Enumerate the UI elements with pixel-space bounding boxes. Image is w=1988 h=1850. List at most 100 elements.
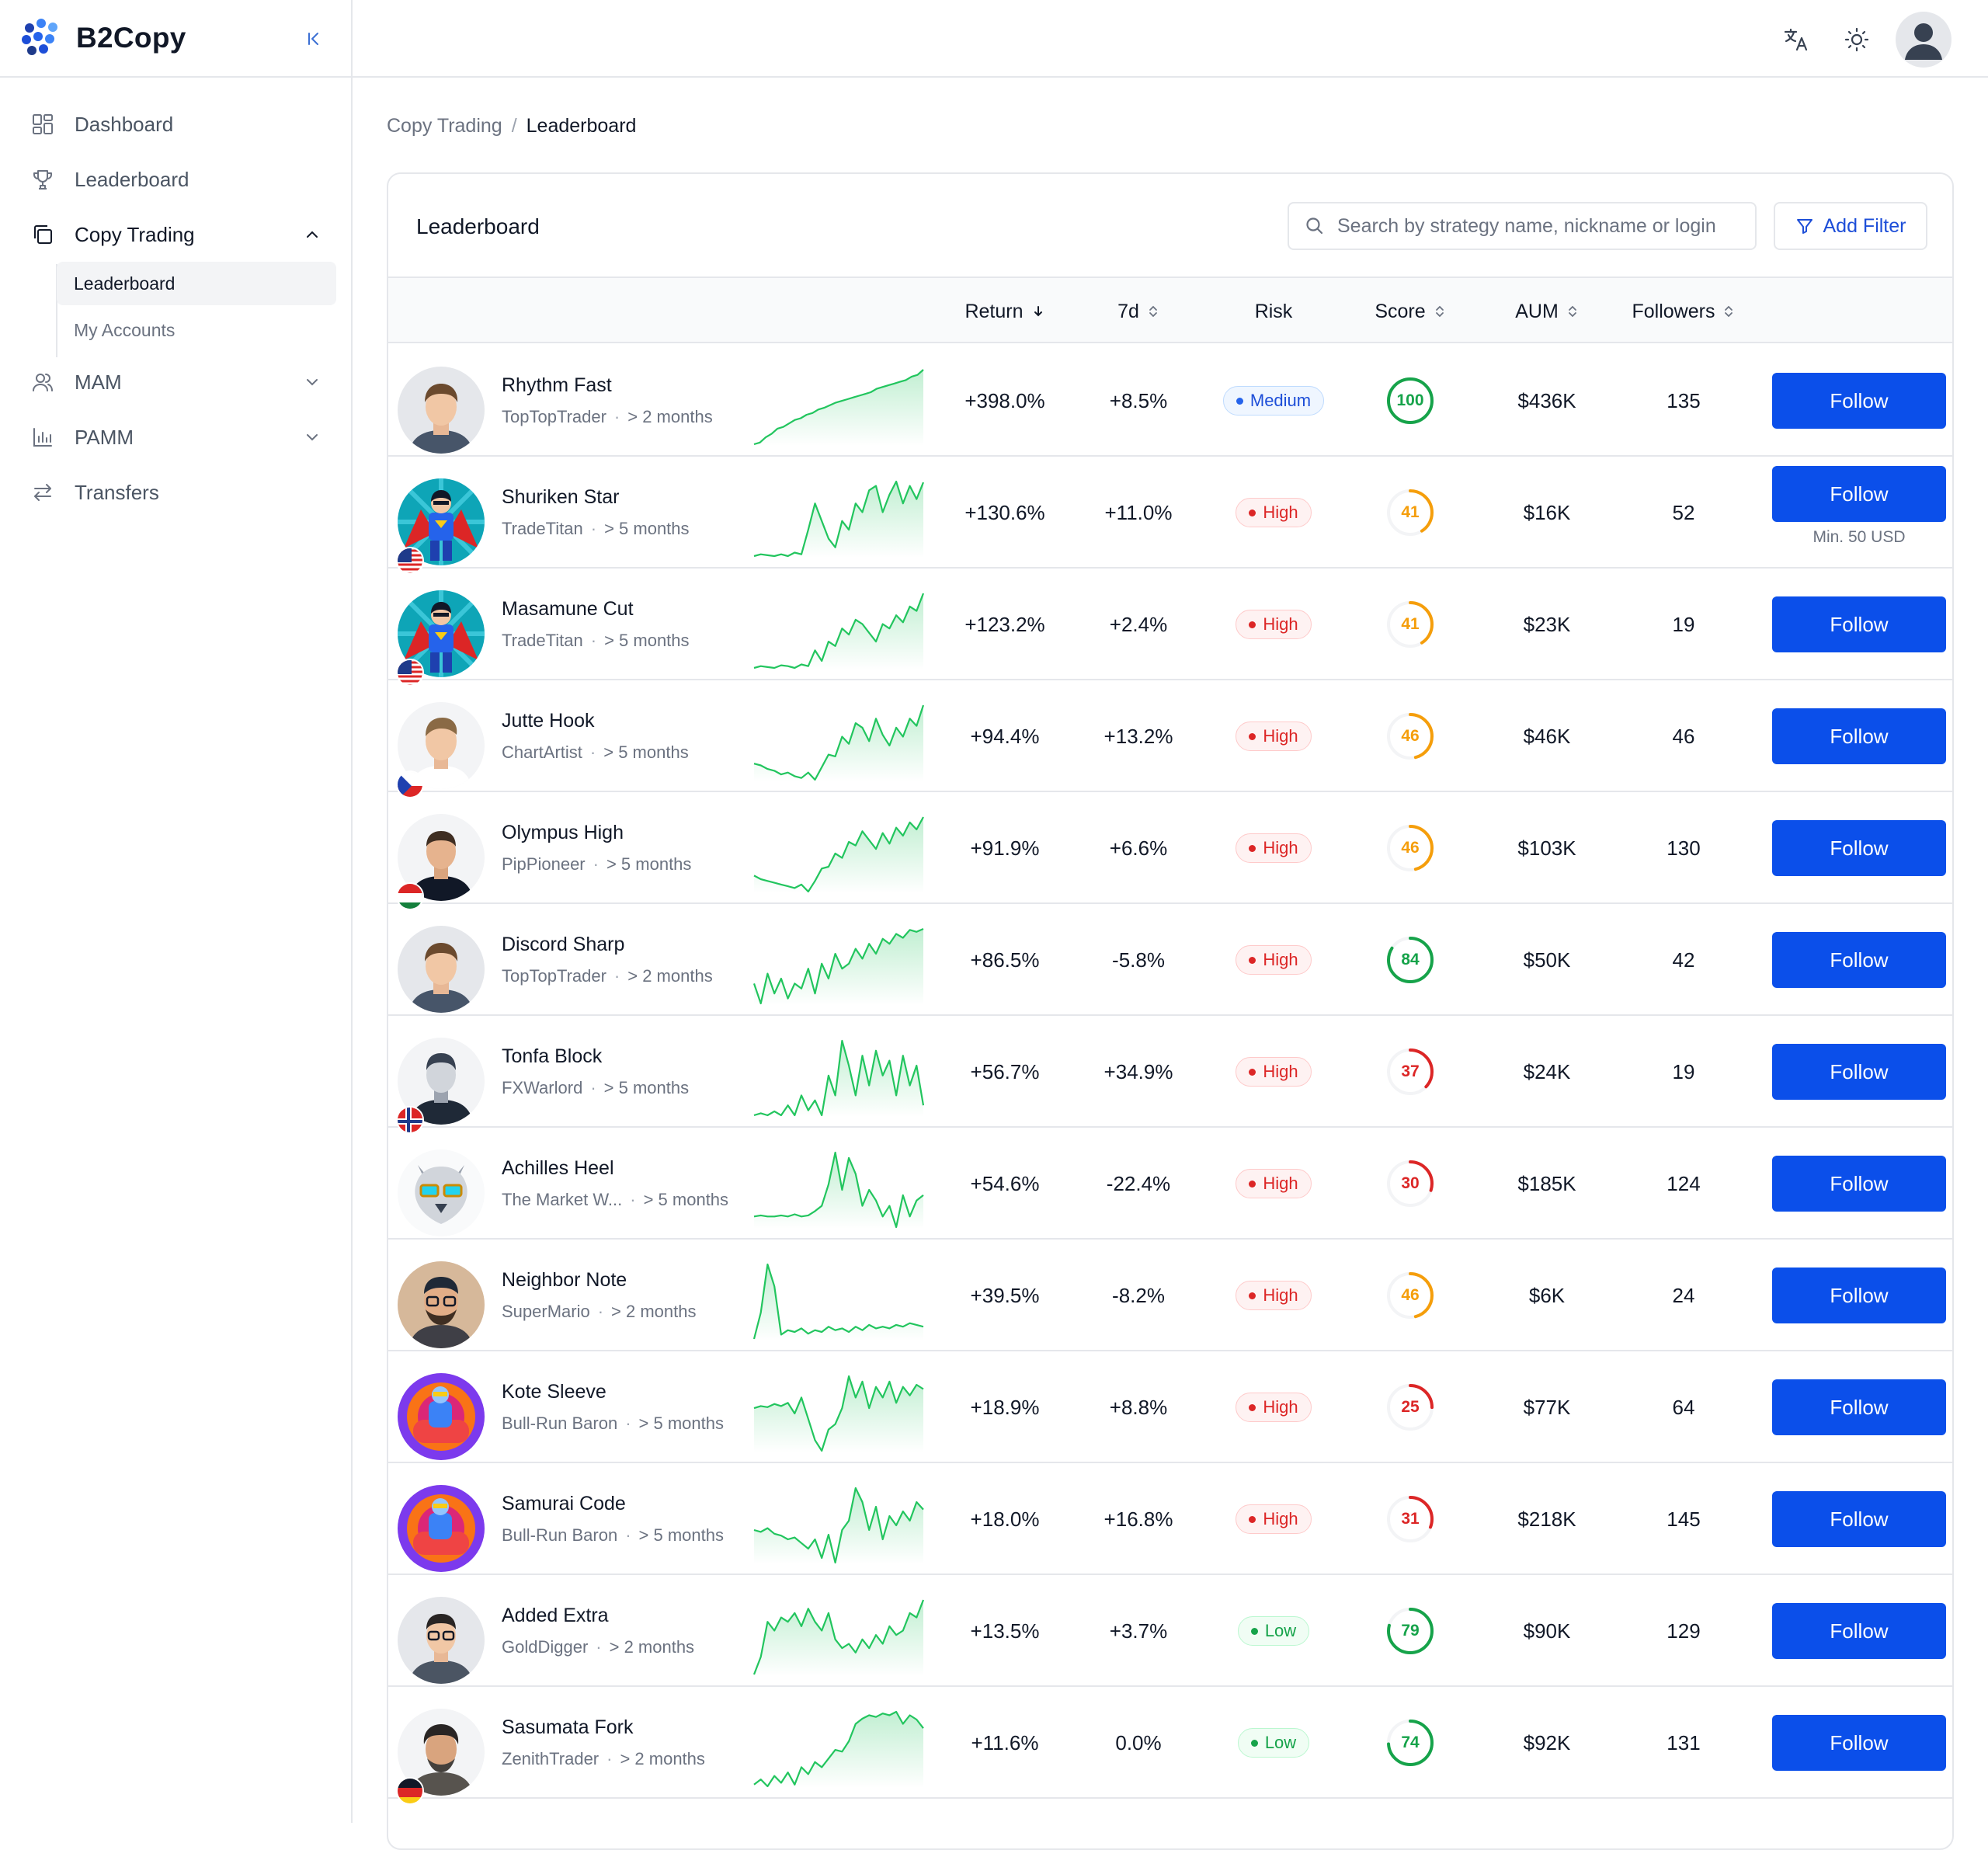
risk-badge: Low	[1237, 1728, 1310, 1758]
trader-meta: ChartArtist · > 5 months	[502, 742, 689, 763]
follow-button[interactable]: Follow	[1772, 1491, 1946, 1547]
strategy-name[interactable]: Olympus High	[502, 822, 624, 844]
risk-cell: High	[1205, 1128, 1342, 1240]
risk-label: High	[1263, 1062, 1298, 1081]
follow-button[interactable]: Follow	[1772, 1379, 1946, 1435]
aum-value: $6K	[1528, 1283, 1566, 1307]
return-value: +94.4%	[970, 724, 1040, 748]
return-value: +11.6%	[971, 1730, 1039, 1754]
user-avatar[interactable]	[1896, 12, 1952, 68]
performance-sparkline	[753, 1375, 924, 1452]
strategy-name[interactable]: Shuriken Star	[502, 486, 619, 509]
meta-separator: ·	[625, 1414, 631, 1433]
trader-meta: PipPioneer · > 5 months	[502, 854, 691, 875]
seven-day-value: +8.8%	[1109, 1395, 1168, 1419]
trader-nickname: ZenithTrader	[502, 1749, 600, 1768]
sidebar-item-mam[interactable]: MAM	[30, 359, 325, 405]
user-icon	[1905, 23, 1942, 60]
meta-separator: ·	[630, 1190, 636, 1209]
risk-dot	[1250, 1739, 1258, 1747]
follow-button[interactable]: Follow	[1772, 1603, 1946, 1659]
sidebar-item-leaderboard[interactable]: Leaderboard	[30, 156, 325, 203]
table-row: Samurai Code Bull-Run Baron · > 5 months +18…	[388, 1463, 1952, 1575]
strategy-name[interactable]: Achilles Heel	[502, 1157, 614, 1180]
add-filter-button[interactable]: Add Filter	[1774, 202, 1927, 250]
column-header-followers[interactable]: Followers	[1615, 278, 1752, 345]
submenu-item-leaderboard[interactable]: Leaderboard	[57, 262, 336, 305]
sort-icon	[1566, 304, 1579, 318]
trader-avatar[interactable]	[398, 926, 485, 1013]
risk-label: High	[1263, 1285, 1298, 1305]
submenu-item-my-accounts[interactable]: My Accounts	[57, 308, 336, 352]
translate-button[interactable]	[1780, 23, 1812, 56]
trader-nickname: TradeTitan	[502, 519, 583, 538]
follow-button[interactable]: Follow	[1772, 466, 1946, 522]
followers-value: 124	[1667, 1171, 1701, 1195]
strategy-age: > 2 months	[609, 1637, 695, 1657]
score-ring: 25	[1385, 1382, 1436, 1433]
table-row: Sasumata Fork ZenithTrader · > 2 months +11.…	[388, 1687, 1952, 1805]
score-ring: 100	[1385, 375, 1436, 426]
risk-label: High	[1263, 502, 1298, 522]
aum-value: $103K	[1517, 836, 1576, 860]
followers-value: 130	[1667, 836, 1701, 860]
strategy-name[interactable]: Masamune Cut	[502, 598, 634, 621]
score-ring: 37	[1385, 1046, 1436, 1097]
strategy-name[interactable]: Tonfa Block	[502, 1045, 602, 1068]
strategy-name[interactable]: Samurai Code	[502, 1493, 626, 1515]
trader-meta: TradeTitan · > 5 months	[502, 631, 690, 651]
column-label: Followers	[1632, 300, 1715, 322]
trader-avatar[interactable]	[398, 1373, 485, 1460]
return-value: +56.7%	[970, 1059, 1040, 1083]
strategy-name[interactable]: Neighbor Note	[502, 1269, 627, 1292]
aum-value: $77K	[1523, 1395, 1571, 1419]
risk-dot	[1249, 621, 1256, 628]
arrow-down-icon	[1031, 304, 1045, 318]
follow-button[interactable]: Follow	[1772, 1715, 1946, 1771]
follow-button[interactable]: Follow	[1772, 373, 1946, 429]
trader-avatar[interactable]	[398, 1261, 485, 1348]
column-header-return[interactable]: Return	[938, 278, 1072, 345]
strategy-name[interactable]: Sasumata Fork	[502, 1716, 634, 1739]
theme-toggle-button[interactable]	[1840, 23, 1873, 56]
collapse-icon	[308, 33, 318, 45]
score-value: 37	[1401, 1062, 1420, 1080]
follow-button[interactable]: Follow	[1772, 1044, 1946, 1100]
column-header-7d[interactable]: 7d	[1072, 278, 1205, 345]
aum-value: $436K	[1517, 388, 1576, 412]
column-label: Score	[1375, 300, 1426, 322]
risk-dot	[1249, 1180, 1256, 1188]
follow-button[interactable]: Follow	[1772, 820, 1946, 876]
collapse-sidebar-button[interactable]	[298, 23, 329, 54]
strategy-name[interactable]: Added Extra	[502, 1605, 609, 1627]
trader-avatar[interactable]	[398, 367, 485, 454]
trader-avatar[interactable]	[398, 1149, 485, 1236]
strategy-name[interactable]: Jutte Hook	[502, 710, 595, 732]
breadcrumb-parent-link[interactable]: Copy Trading	[387, 115, 502, 137]
trader-nickname: SuperMario	[502, 1302, 590, 1321]
trader-avatar[interactable]	[398, 1597, 485, 1684]
strategy-name[interactable]: Rhythm Fast	[502, 374, 612, 397]
follow-button[interactable]: Follow	[1772, 932, 1946, 988]
trader-avatar[interactable]	[398, 1485, 485, 1572]
sidebar-item-copy-trading[interactable]: Copy Trading	[30, 211, 325, 258]
follow-button[interactable]: Follow	[1772, 1156, 1946, 1212]
follow-button[interactable]: Follow	[1772, 708, 1946, 764]
return-value: +398.0%	[964, 388, 1045, 412]
trader-meta: TopTopTrader · > 2 months	[502, 966, 713, 986]
follow-button[interactable]: Follow	[1772, 596, 1946, 652]
followers-value: 64	[1672, 1395, 1695, 1419]
risk-label: High	[1263, 950, 1298, 969]
sidebar-item-transfers[interactable]: Transfers	[30, 469, 325, 516]
column-header-score[interactable]: Score	[1342, 278, 1479, 345]
search-input[interactable]	[1336, 214, 1747, 238]
strategy-name[interactable]: Kote Sleeve	[502, 1381, 606, 1403]
sidebar-item-dashboard[interactable]: Dashboard	[30, 101, 325, 148]
follow-button[interactable]: Follow	[1772, 1268, 1946, 1323]
search-box[interactable]	[1288, 202, 1757, 250]
performance-sparkline	[753, 1151, 924, 1229]
column-header-aum[interactable]: AUM	[1479, 278, 1615, 345]
chevron-down-icon	[300, 370, 325, 395]
sidebar-item-pamm[interactable]: PAMM	[30, 414, 325, 461]
strategy-name[interactable]: Discord Sharp	[502, 934, 624, 956]
